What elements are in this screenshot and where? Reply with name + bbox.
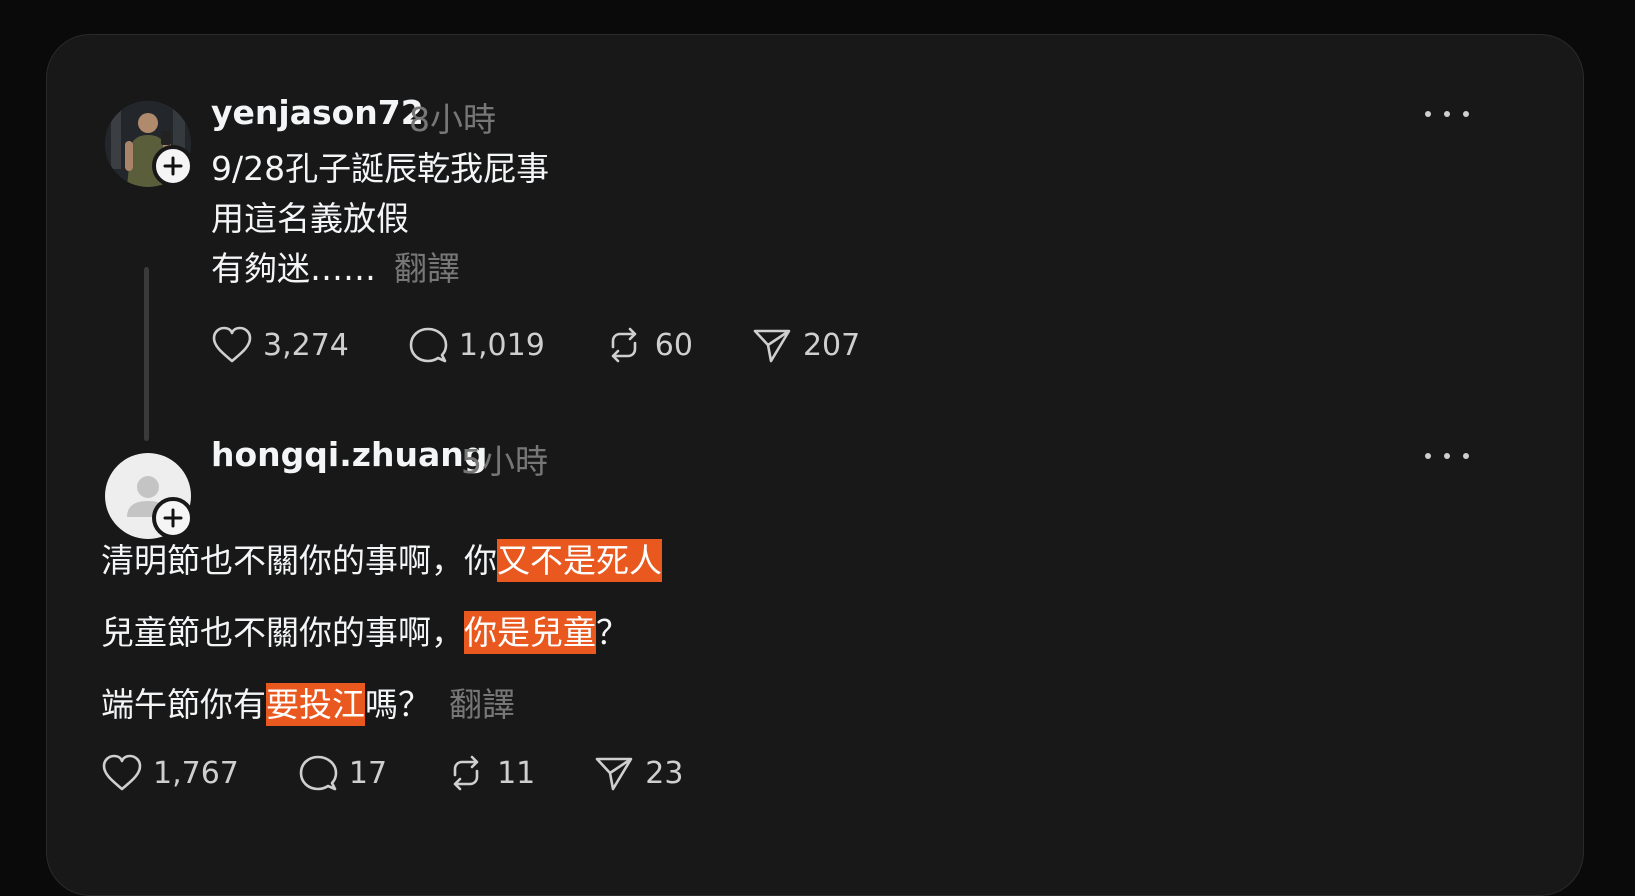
reply-body: 清明節也不關你的事啊，你又不是死人 兒童節也不關你的事啊，你是兒童？ 端午節你有… [101, 525, 662, 741]
reply-timestamp[interactable]: 5小時 [461, 435, 548, 483]
follow-button[interactable] [152, 145, 194, 187]
highlighted-text: 又不是死人 [497, 539, 662, 582]
send-icon [753, 329, 791, 363]
translate-link[interactable]: 翻譯 [394, 249, 460, 288]
reply-text: 兒童節也不關你的事啊， [101, 613, 464, 652]
highlighted-text: 你是兒童 [464, 611, 596, 654]
share-button[interactable]: 207 [751, 325, 860, 365]
reply-username[interactable]: hongqi.zhuang [211, 435, 487, 474]
repost-button[interactable]: 11 [445, 753, 535, 793]
post-actions: 3,274 1,019 60 207 [211, 325, 918, 365]
post-line: 用這名義放假 [211, 199, 409, 238]
reply-line: 清明節也不關你的事啊，你又不是死人 [101, 525, 662, 597]
reply-text: ？ [596, 613, 629, 652]
thread-card: yenjason72 8小時 9/28孔子誕辰乾我屁事 用這名義放假 有夠迷……… [46, 34, 1584, 896]
like-button[interactable]: 1,767 [101, 753, 239, 793]
reply-actions: 1,767 17 11 23 [101, 753, 741, 793]
repost-icon [453, 755, 479, 791]
post-body: 9/28孔子誕辰乾我屁事 用這名義放假 有夠迷…… 翻譯 [211, 144, 549, 294]
comment-button[interactable]: 17 [297, 753, 387, 793]
repost-count: 60 [654, 327, 693, 363]
translate-link[interactable]: 翻譯 [449, 685, 515, 724]
share-count: 207 [802, 327, 861, 363]
post-line-text: 有夠迷…… [211, 249, 376, 288]
comment-count: 17 [348, 755, 388, 791]
like-count: 3,274 [263, 327, 349, 363]
like-button[interactable]: 3,274 [211, 325, 349, 365]
reply-text: 嗎？ [365, 685, 431, 724]
repost-count: 11 [497, 755, 536, 791]
comment-icon [299, 755, 338, 791]
share-button[interactable]: 23 [593, 753, 683, 793]
reply-line: 端午節你有要投江嗎？ 翻譯 [101, 669, 662, 741]
post-timestamp[interactable]: 8小時 [409, 93, 496, 141]
comment-button[interactable]: 1,019 [407, 325, 545, 365]
send-icon [595, 757, 633, 791]
thread-line [144, 267, 149, 441]
share-count: 23 [645, 755, 684, 791]
heart-icon [212, 326, 252, 363]
post-line: 有夠迷…… 翻譯 [211, 244, 549, 294]
heart-icon [102, 754, 142, 791]
plus-icon [163, 156, 183, 176]
more-options-icon[interactable] [1425, 441, 1469, 471]
reply-text: 清明節也不關你的事啊，你 [101, 541, 497, 580]
more-options-icon[interactable] [1425, 99, 1469, 129]
reply-text: 端午節你有 [101, 685, 266, 724]
repost-icon [611, 327, 637, 363]
post-username[interactable]: yenjason72 [211, 93, 424, 132]
post-line: 9/28孔子誕辰乾我屁事 [211, 149, 550, 188]
repost-button[interactable]: 60 [603, 325, 693, 365]
reply-line: 兒童節也不關你的事啊，你是兒童？ [101, 597, 662, 669]
comment-count: 1,019 [458, 327, 545, 363]
comment-icon [409, 327, 448, 363]
like-count: 1,767 [153, 755, 239, 791]
highlighted-text: 要投江 [266, 683, 365, 726]
